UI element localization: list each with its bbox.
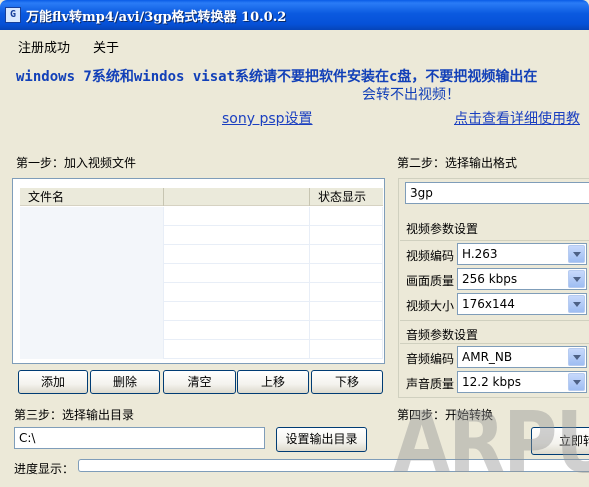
audio-codec-select[interactable]: AMR_NB: [457, 346, 587, 368]
chevron-down-icon[interactable]: [568, 245, 585, 263]
delete-button[interactable]: 删除: [90, 370, 160, 394]
table-cell: [310, 321, 383, 340]
table-cell: [20, 226, 164, 245]
table-cell: [164, 340, 310, 359]
table-row[interactable]: [20, 340, 383, 359]
table-row[interactable]: [20, 226, 383, 245]
move-down-button[interactable]: 下移: [311, 370, 383, 394]
warning-notice-line2: 会转不出视频！: [362, 87, 460, 103]
table-cell: [310, 283, 383, 302]
table-row[interactable]: [20, 264, 383, 283]
divider: [400, 240, 589, 241]
chevron-down-icon[interactable]: [568, 295, 585, 313]
audio-quality-label: 声音质量: [406, 377, 455, 391]
app-icon: G: [5, 7, 21, 23]
table-row[interactable]: [20, 207, 383, 226]
table-cell: [164, 226, 310, 245]
table-row[interactable]: [20, 245, 383, 264]
table-row[interactable]: [20, 283, 383, 302]
set-output-directory-button[interactable]: 设置输出目录: [276, 427, 367, 452]
table-cell: [20, 283, 164, 302]
chevron-down-icon[interactable]: [568, 270, 585, 288]
chevron-down-icon[interactable]: [568, 373, 585, 391]
video-size-select[interactable]: 176x144: [457, 293, 587, 315]
table-cell: [164, 321, 310, 340]
table-cell: [164, 245, 310, 264]
watermark-logo: ARPUN: [393, 393, 589, 487]
table-cell: [310, 340, 383, 359]
column-blank[interactable]: [164, 188, 310, 206]
video-quality-label: 画面质量: [406, 274, 455, 288]
video-codec-label: 视频编码: [406, 249, 455, 263]
column-status[interactable]: 状态显示: [310, 188, 383, 206]
clear-button[interactable]: 清空: [163, 370, 236, 394]
table-row[interactable]: [20, 321, 383, 340]
window-title: 万能flv转mp4/avi/3gp格式转换器 10.0.2: [26, 10, 287, 25]
table-cell: [164, 264, 310, 283]
file-list-body: [20, 207, 383, 359]
step2-label: 第二步：选择输出格式: [397, 156, 518, 170]
audio-codec-label: 音频编码: [406, 352, 455, 366]
table-cell: [20, 207, 164, 226]
move-up-button[interactable]: 上移: [237, 370, 309, 394]
warning-notice-line1: windows 7系统和windos visat系统请不要把软件安装在c盘，不要…: [16, 69, 538, 85]
step3-label: 第三步：选择输出目录: [14, 408, 135, 422]
audio-quality-value: 12.2 kbps: [462, 375, 521, 389]
column-filename[interactable]: 文件名: [20, 188, 164, 206]
table-cell: [310, 226, 383, 245]
step1-label: 第一步：加入视频文件: [16, 156, 137, 170]
table-cell: [20, 321, 164, 340]
audio-settings-heading: 音频参数设置: [406, 328, 479, 342]
table-row[interactable]: [20, 302, 383, 321]
table-cell: [310, 302, 383, 321]
file-list[interactable]: 文件名 状态显示: [12, 178, 385, 364]
output-format-select[interactable]: 3gp: [405, 182, 589, 204]
video-codec-select[interactable]: H.263: [457, 243, 587, 265]
video-codec-value: H.263: [462, 247, 498, 261]
video-quality-select[interactable]: 256 kbps: [457, 268, 587, 290]
progress-label: 进度显示：: [14, 462, 75, 476]
audio-codec-value: AMR_NB: [462, 350, 513, 364]
sony-psp-settings-link[interactable]: sony psp设置: [222, 108, 313, 128]
output-format-value: 3gp: [410, 186, 433, 200]
table-cell: [164, 302, 310, 321]
output-directory-field[interactable]: [14, 427, 265, 449]
divider: [400, 343, 589, 344]
table-cell: [164, 283, 310, 302]
menu-bar: 注册成功 关于: [0, 30, 589, 58]
menu-about[interactable]: 关于: [93, 37, 119, 56]
table-cell: [164, 207, 310, 226]
video-settings-heading: 视频参数设置: [406, 222, 479, 236]
help-tutorial-link[interactable]: 点击查看详细使用教: [454, 108, 580, 128]
table-cell: [310, 245, 383, 264]
divider: [400, 320, 589, 321]
video-quality-value: 256 kbps: [462, 272, 518, 286]
add-button[interactable]: 添加: [18, 370, 88, 394]
chevron-down-icon[interactable]: [568, 348, 585, 366]
table-cell: [310, 264, 383, 283]
table-cell: [20, 264, 164, 283]
file-list-header: 文件名 状态显示: [20, 188, 383, 206]
menu-registered[interactable]: 注册成功: [18, 37, 70, 56]
output-directory-input[interactable]: [15, 428, 264, 448]
audio-quality-select[interactable]: 12.2 kbps: [457, 371, 587, 393]
table-cell: [20, 302, 164, 321]
table-cell: [310, 207, 383, 226]
table-cell: [20, 245, 164, 264]
video-size-label: 视频大小: [406, 299, 455, 313]
table-cell: [20, 340, 164, 359]
title-bar[interactable]: G 万能flv转mp4/avi/3gp格式转换器 10.0.2: [0, 0, 589, 30]
video-size-value: 176x144: [462, 297, 515, 311]
